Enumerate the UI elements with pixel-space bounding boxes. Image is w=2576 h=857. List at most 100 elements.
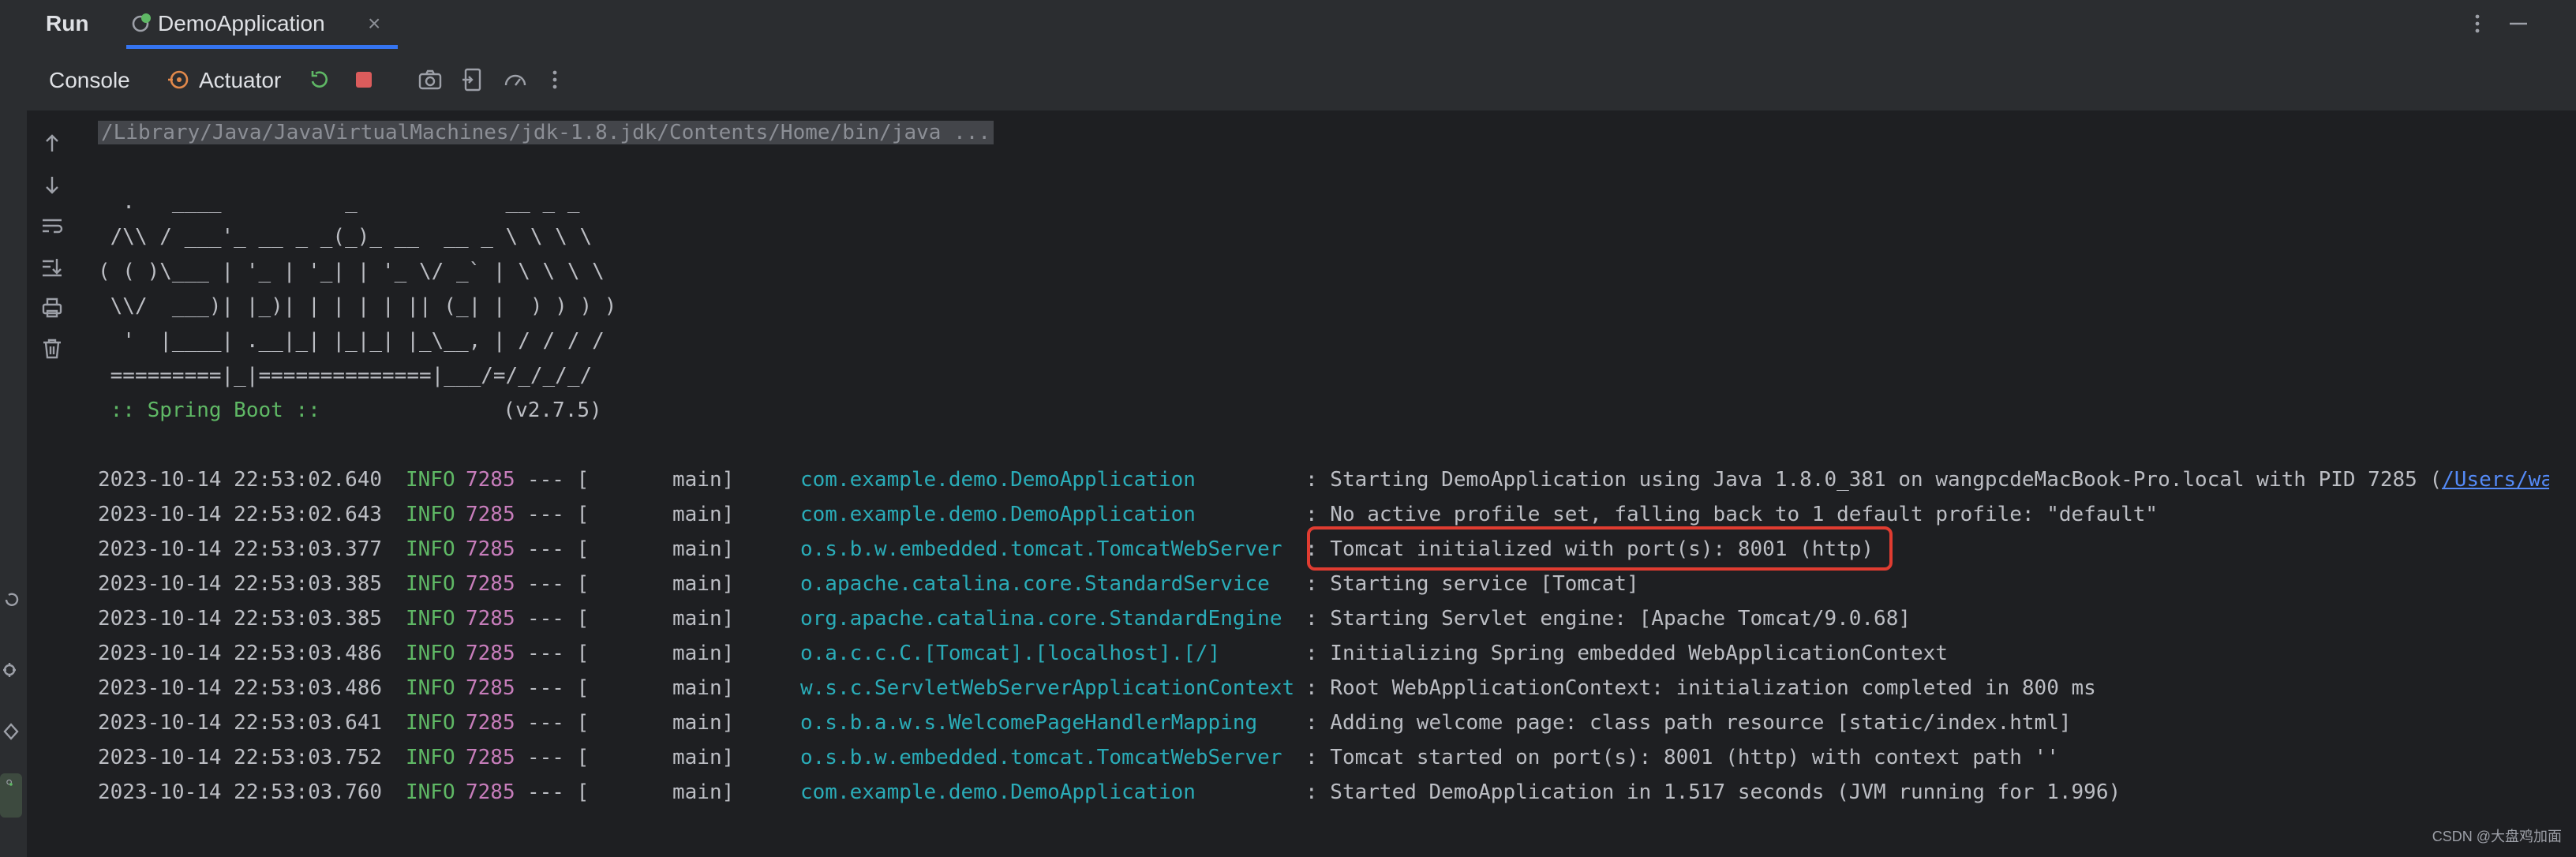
banner-version-line: :: Spring Boot :: (v2.7.5): [98, 393, 602, 428]
log-message: : Started DemoApplication in 1.517 secon…: [1305, 780, 2121, 804]
log-logger: w.s.c.ServletWebServerApplicationContext: [800, 676, 1295, 700]
scroll-down-icon[interactable]: [39, 172, 65, 197]
log-pid: 7285: [466, 503, 515, 526]
log-timestamp: 2023-10-14 22:53:03.486: [98, 642, 383, 665]
log-file-link[interactable]: /Users/wan: [2442, 468, 2566, 492]
log-pid: 7285: [466, 642, 515, 665]
log-logger: com.example.demo.DemoApplication: [800, 780, 1196, 804]
close-icon[interactable]: ×: [368, 11, 380, 36]
refresh-icon[interactable]: [2, 589, 22, 609]
log-message: : Starting Servlet engine: [Apache Tomca…: [1305, 607, 1911, 631]
left-tool-strip: [0, 0, 28, 857]
log-pid: 7285: [466, 676, 515, 700]
log-timestamp: 2023-10-14 22:53:03.385: [98, 572, 383, 596]
log-logger: org.apache.catalina.core.StandardEngine: [800, 607, 1282, 631]
scroll-up-icon[interactable]: [39, 131, 65, 156]
exit-icon[interactable]: [459, 66, 486, 93]
services-icon[interactable]: [2, 721, 22, 742]
log-pid: 7285: [466, 746, 515, 769]
spring-run-icon: [129, 11, 153, 35]
soft-wrap-icon[interactable]: [39, 213, 65, 238]
log-timestamp: 2023-10-14 22:53:03.752: [98, 746, 383, 769]
log-separator: --- [: [527, 607, 590, 631]
rerun-icon[interactable]: [306, 66, 333, 93]
log-thread: main]: [672, 607, 735, 631]
log-line: 2023-10-14 22:53:03.760 INFO 7285 --- [main…: [98, 775, 2544, 810]
print-icon[interactable]: [39, 295, 65, 320]
camera-icon[interactable]: [417, 66, 444, 93]
log-pid: 7285: [466, 537, 515, 561]
log-thread: main]: [672, 572, 735, 596]
log-line: 2023-10-14 22:53:03.486 INFO 7285 --- [main…: [98, 636, 2544, 671]
tab-console[interactable]: Console: [49, 68, 130, 93]
log-separator: --- [: [527, 468, 590, 492]
log-thread: main]: [672, 503, 735, 526]
log-thread: main]: [672, 780, 735, 804]
banner-text: /\\ / ___'_ __ _ _(_)_ __ __ _ \ \ \ \: [98, 225, 593, 249]
speed-icon[interactable]: [502, 66, 529, 93]
more-vertical-icon[interactable]: [2466, 8, 2489, 43]
log-pid: 7285: [466, 711, 515, 735]
log-thread: main]: [672, 711, 735, 735]
banner-line: =========|_|==============|___/=/_/_/_/: [98, 364, 593, 387]
log-pid: 7285: [466, 572, 515, 596]
log-level: INFO: [406, 572, 455, 596]
scroll-to-end-icon[interactable]: [39, 254, 65, 279]
log-separator: --- [: [527, 676, 590, 700]
log-thread: main]: [672, 642, 735, 665]
log-level: INFO: [406, 607, 455, 631]
log-message: : Starting service [Tomcat]: [1305, 572, 1639, 596]
debug-icon[interactable]: [2, 660, 22, 680]
log-separator: --- [: [527, 503, 590, 526]
log-level: INFO: [406, 676, 455, 700]
log-logger: o.apache.catalina.core.StandardService: [800, 572, 1270, 596]
tab-label: DemoApplication: [158, 11, 325, 36]
log-line: 2023-10-14 22:53:03.385 INFO 7285 --- [ main…: [98, 601, 2544, 636]
banner-line: \\/ ___)| |_)| | | | | || (_| | ) ) ) ): [98, 294, 617, 318]
console-gutter: [27, 110, 98, 857]
console-output[interactable]: /Library/Java/JavaVirtualMachines/jdk-1.…: [98, 110, 2566, 857]
log-timestamp: 2023-10-14 22:53:03.641: [98, 711, 383, 735]
log-line: 2023-10-14 22:53:02.640 INFO 7285 --- [main…: [98, 462, 2566, 497]
log-timestamp: 2023-10-14 22:53:03.377: [98, 537, 383, 561]
log-thread: main]: [672, 676, 735, 700]
log-message: : Initializing Spring embedded WebApplic…: [1305, 642, 1948, 665]
log-timestamp: 2023-10-14 22:53:03.385: [98, 607, 383, 631]
console-toolbar: Console Actuator: [27, 49, 2576, 111]
stop-icon[interactable]: [350, 66, 377, 93]
banner-line: ' |____| .__|_| |_|_| |_\__, | / / / /: [98, 329, 605, 353]
tool-window-title: Run: [46, 11, 89, 36]
log-message-text: : Starting DemoApplication using Java 1.…: [1305, 468, 2443, 492]
log-level: INFO: [406, 746, 455, 769]
tab-demo-application[interactable]: DemoApplication ×: [126, 0, 398, 49]
log-level: INFO: [406, 780, 455, 804]
log-line: 2023-10-14 22:53:03.752 INFO 7285 --- [main…: [98, 740, 2544, 775]
log-logger: o.s.b.a.w.s.WelcomePageHandlerMapping: [800, 711, 1258, 735]
log-pid: 7285: [466, 780, 515, 804]
log-thread: main]: [672, 537, 735, 561]
log-thread: main]: [672, 746, 735, 769]
minimize-icon[interactable]: [2507, 8, 2530, 43]
log-timestamp: 2023-10-14 22:53:02.643: [98, 503, 383, 526]
spring-boot-label: :: Spring Boot ::: [98, 399, 333, 422]
log-logger: o.s.b.w.embedded.tomcat.TomcatWebServer: [800, 537, 1282, 561]
log-level: INFO: [406, 503, 455, 526]
log-level: INFO: [406, 711, 455, 735]
trash-icon[interactable]: [39, 336, 65, 361]
highlight-annotation: [1307, 526, 1893, 571]
run-tool-icon[interactable]: [0, 773, 22, 818]
banner-line: ( ( )\___ | '_ | '_| | '_ \/ _` | \ \ \ …: [98, 260, 605, 283]
log-message: : Root WebApplicationContext: initializa…: [1305, 676, 2096, 700]
log-level: INFO: [406, 468, 455, 492]
console-scrollbar[interactable]: [2549, 110, 2576, 857]
banner-line: . ____ _ __ _ _: [98, 190, 580, 214]
log-separator: --- [: [527, 711, 590, 735]
more-icon[interactable]: [541, 66, 568, 93]
log-timestamp: 2023-10-14 22:53:02.640: [98, 468, 383, 492]
log-thread: main]: [672, 468, 735, 492]
log-level: INFO: [406, 642, 455, 665]
log-separator: --- [: [527, 780, 590, 804]
tab-actuator[interactable]: Actuator: [199, 68, 281, 93]
log-separator: --- [: [527, 537, 590, 561]
log-pid: 7285: [466, 607, 515, 631]
